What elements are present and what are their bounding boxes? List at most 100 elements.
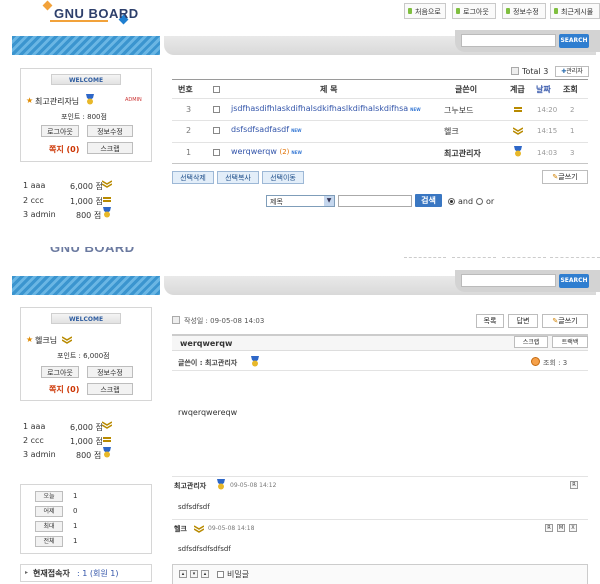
current-users-label: 현재접속자: [33, 569, 70, 578]
total-count: Total 3: [522, 67, 549, 76]
row-checkbox[interactable]: [213, 149, 220, 156]
write-button[interactable]: ✎글쓰기: [542, 314, 588, 328]
rank-chevron-icon: [102, 180, 112, 188]
col-date: 날짜: [536, 85, 551, 94]
reply-button[interactable]: 답변: [508, 314, 538, 328]
user-points: 포인트 : 800점: [61, 113, 107, 121]
trackback-button[interactable]: 트랙백: [552, 336, 588, 348]
editor-expand-icon[interactable]: ▴: [201, 570, 209, 578]
site-logo[interactable]: GNU BOARD: [40, 0, 138, 26]
stat-total-value: 1: [73, 537, 78, 545]
secret-checkbox[interactable]: [217, 571, 224, 578]
star-icon: ★: [26, 335, 34, 344]
editor-up-icon[interactable]: ▴: [179, 570, 187, 578]
welcome-banner: WELCOME: [51, 74, 121, 85]
row-writer[interactable]: 헬크: [444, 126, 459, 137]
logout-button[interactable]: 로그아웃: [41, 366, 79, 378]
post-title-link[interactable]: dsfsdfsadfasdf NEW: [231, 125, 302, 134]
search-field-value: 제목: [270, 198, 283, 206]
stat-yesterday-value: 0: [73, 507, 78, 515]
post-hits: 조회 : 3: [543, 359, 568, 367]
arrow-icon: ▸: [25, 569, 29, 576]
logout-button[interactable]: 로그아웃: [41, 125, 79, 137]
row-date: 14:15: [537, 127, 558, 135]
row-checkbox[interactable]: [213, 106, 220, 113]
new-icon: NEW: [291, 150, 302, 155]
delete-selected-button[interactable]: 선택삭제: [172, 171, 214, 184]
rank-chevron-icon: [102, 421, 112, 429]
post-title-link[interactable]: jsdfhasdifhlaskdifhalsdkifhaslkdifhalskd…: [231, 104, 421, 113]
post-title-link[interactable]: werqwerqw (2) NEW: [231, 147, 302, 156]
comment-reply-button[interactable]: R: [545, 524, 553, 532]
new-icon: NEW: [291, 128, 302, 133]
comment-delete-button[interactable]: X: [569, 524, 577, 532]
rank-bar-icon: [103, 197, 111, 202]
row-writer[interactable]: 최고관리자: [444, 148, 481, 159]
writer-medal-icon: [251, 356, 259, 367]
admin-button[interactable]: ✚관리자: [555, 66, 589, 77]
col-num: 번호: [178, 85, 193, 94]
comment-modify-button[interactable]: M: [557, 524, 565, 532]
search-field-select[interactable]: 제목 ▼: [266, 195, 335, 207]
nav-home-button[interactable]: 처음으로: [404, 3, 446, 19]
comment-date: 09-05-08 14:18: [208, 525, 255, 532]
current-users-panel[interactable]: ▸ 현재접속자 : 1 (회원 1): [20, 564, 152, 582]
or-radio[interactable]: [476, 198, 483, 205]
rank-points: 6,000 점: [70, 182, 103, 191]
nav-logout-button[interactable]: 로그아웃: [452, 3, 496, 19]
board-search-button[interactable]: 검색: [415, 194, 442, 207]
write-button-label: 글쓰기: [558, 173, 578, 181]
comment-author[interactable]: 최고관리자: [174, 481, 206, 491]
header-band-blue: [12, 36, 160, 55]
admin-badge[interactable]: ADMIN: [125, 97, 142, 103]
admin-level-icon: [86, 94, 94, 105]
admin-button-label: 관리자: [566, 68, 583, 75]
dropdown-arrow-icon: ▼: [324, 196, 334, 206]
edit-info-button[interactable]: 정보수정: [87, 366, 133, 378]
rank-name[interactable]: 3 admin: [23, 210, 56, 219]
editor-down-icon[interactable]: ▾: [190, 570, 198, 578]
comment-editor: ▴ ▾ ▴ 비밀글: [172, 564, 588, 584]
row-checkbox[interactable]: [213, 127, 220, 134]
rank-name[interactable]: 1 aaa: [23, 181, 45, 190]
copy-selected-button[interactable]: 선택복사: [217, 171, 259, 184]
search-button[interactable]: SEARCH: [559, 34, 589, 48]
move-selected-button[interactable]: 선택이동: [262, 171, 304, 184]
and-radio[interactable]: [448, 198, 455, 205]
comment-author[interactable]: 헬크: [174, 524, 187, 534]
select-all-checkbox[interactable]: [213, 86, 220, 93]
scrap-button[interactable]: 스크랩: [87, 383, 133, 395]
header-band-blue: [12, 276, 160, 295]
post-title: werqwerqw: [231, 147, 277, 156]
current-users-value: : 1 (회원 1): [77, 569, 119, 578]
write-button[interactable]: ✎글쓰기: [542, 170, 588, 184]
search-button[interactable]: SEARCH: [559, 274, 589, 288]
list-button[interactable]: 목록: [476, 314, 504, 328]
comment-reply-button[interactable]: R: [570, 481, 578, 489]
row-writer[interactable]: 그누보드: [444, 105, 473, 116]
rank-name[interactable]: 3 admin: [23, 450, 56, 459]
row-hits: 1: [570, 127, 575, 135]
search-keyword-input[interactable]: [338, 195, 412, 207]
nav-edit-info-button[interactable]: 정보수정: [502, 3, 546, 19]
rank-name[interactable]: 2 ccc: [23, 196, 44, 205]
edit-info-button[interactable]: 정보수정: [87, 125, 133, 137]
rank-name[interactable]: 2 ccc: [23, 436, 44, 445]
scrap-button[interactable]: 스크랩: [87, 142, 133, 154]
rank-name[interactable]: 1 aaa: [23, 422, 45, 431]
logo-diamond-icon: [42, 0, 53, 11]
logo-text-ghost: GNU BOARD: [50, 247, 135, 255]
welcome-banner: WELCOME: [51, 313, 121, 324]
search-input[interactable]: [461, 34, 556, 47]
row-date: 14:20: [537, 106, 558, 114]
rank-points: 1,000 점: [70, 437, 103, 446]
search-input[interactable]: [461, 274, 556, 287]
scrap-post-button[interactable]: 스크랩: [514, 336, 548, 348]
post-writer[interactable]: 글쓴이 : 최고관리자: [178, 358, 237, 368]
level-medal-icon: [514, 146, 522, 157]
memo-link[interactable]: 쪽지 (0): [49, 384, 79, 395]
memo-link[interactable]: 쪽지 (0): [49, 144, 79, 155]
post-date: 작성일 : 09-05-08 14:03: [184, 317, 265, 325]
login-panel: WELCOME ★ 최고관리자님 ADMIN 포인트 : 800점 로그아웃 정…: [20, 68, 152, 162]
nav-recent-posts-button[interactable]: 최근게시물: [550, 3, 600, 19]
